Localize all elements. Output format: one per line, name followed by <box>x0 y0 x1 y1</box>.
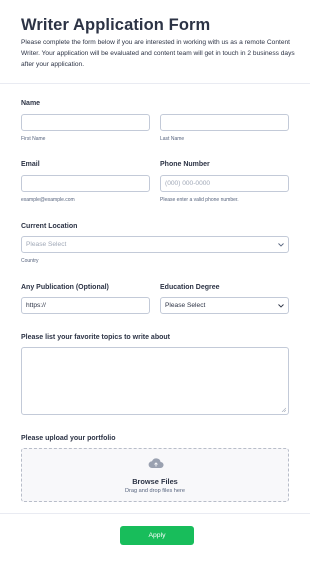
location-label: Current Location <box>21 223 78 230</box>
education-select-value: Please Select <box>165 302 206 309</box>
apply-button[interactable]: Apply <box>120 526 194 545</box>
location-select-value: Please Select <box>26 241 67 248</box>
phone-sublabel: Please enter a valid phone number. <box>160 197 239 203</box>
phone-label: Phone Number <box>160 161 210 168</box>
topics-textarea[interactable] <box>21 347 289 415</box>
last-name-input[interactable] <box>160 114 289 131</box>
chevron-down-icon <box>277 302 284 309</box>
country-sublabel: Country <box>21 258 39 264</box>
education-label: Education Degree <box>160 284 220 291</box>
email-input[interactable] <box>21 175 150 192</box>
form-description: Please complete the form below if you ar… <box>21 39 295 68</box>
resize-handle-icon[interactable] <box>281 407 286 412</box>
publication-label: Any Publication (Optional) <box>21 284 109 291</box>
portfolio-label: Please upload your portfolio <box>21 435 116 442</box>
footer-divider <box>0 513 310 514</box>
form-header: Writer Application Form Please complete … <box>0 0 310 84</box>
email-sublabel: example@example.com <box>21 197 75 203</box>
topics-label: Please list your favorite topics to writ… <box>21 334 170 341</box>
browse-files-button[interactable]: Browse Files <box>22 477 288 486</box>
chevron-down-icon <box>277 241 284 248</box>
first-name-sublabel: First Name <box>21 136 46 142</box>
phone-input[interactable] <box>160 175 289 192</box>
last-name-sublabel: Last Name <box>160 136 185 142</box>
publication-input[interactable] <box>21 297 150 314</box>
cloud-upload-icon <box>148 458 164 469</box>
education-select[interactable]: Please Select <box>160 297 289 314</box>
email-label: Email <box>21 161 40 168</box>
form-title: Writer Application Form <box>21 16 211 34</box>
first-name-input[interactable] <box>21 114 150 131</box>
location-select[interactable]: Please Select <box>21 236 289 253</box>
name-label: Name <box>21 100 41 107</box>
drag-drop-text: Drag and drop files here <box>124 488 185 494</box>
file-upload-dropzone[interactable]: Browse Files Drag and drop files here <box>21 448 289 502</box>
